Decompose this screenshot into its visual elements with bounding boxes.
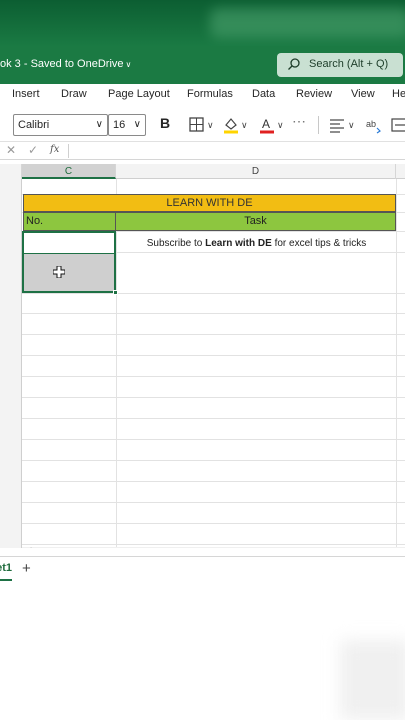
- font-color-icon[interactable]: A: [258, 116, 276, 134]
- task-cell[interactable]: Subscribe to Learn with DE for excel tip…: [117, 238, 396, 249]
- formula-bar: ✕ ✓ fx: [0, 142, 405, 160]
- svg-text:ab: ab: [366, 119, 376, 129]
- cell-cursor-icon: [53, 266, 65, 278]
- grid-line: [22, 355, 405, 356]
- video-overlay-blur: [0, 0, 405, 46]
- grid-line: [22, 523, 405, 524]
- search-icon: [288, 58, 300, 70]
- grid-line: [22, 544, 405, 545]
- tab-formulas[interactable]: Formulas: [187, 88, 233, 100]
- column-header-row: C D: [0, 164, 405, 179]
- grid-line: [22, 481, 405, 482]
- insert-function-button[interactable]: fx: [50, 144, 59, 155]
- tab-page-layout[interactable]: Page Layout: [108, 88, 170, 100]
- selection-border: [22, 231, 116, 293]
- cancel-icon[interactable]: ✕: [6, 143, 16, 157]
- ribbon-tabs: Insert Draw Page Layout Formulas Data Re…: [0, 84, 405, 106]
- grid-line: [22, 460, 405, 461]
- wrap-text-icon[interactable]: ab: [365, 116, 383, 134]
- tab-review[interactable]: Review: [296, 88, 332, 100]
- header-cell-task[interactable]: Task: [116, 212, 396, 231]
- header-cell-no[interactable]: No.: [23, 212, 116, 231]
- chevron-down-icon: ∨: [133, 119, 141, 130]
- document-title-text: ok 3 - Saved to OneDrive: [0, 58, 124, 70]
- fill-handle[interactable]: [113, 290, 118, 295]
- blur-glow: [210, 8, 405, 38]
- banner-cell[interactable]: LEARN WITH DE: [23, 194, 396, 212]
- grid-line: [22, 334, 405, 335]
- ribbon-toolbar: Calibri ∨ 16 ∨ B ∨ ∨ A ∨ ⋯ ∨ ab: [0, 106, 405, 142]
- grid-line: [22, 293, 405, 294]
- tab-view[interactable]: View: [351, 88, 375, 100]
- grid-line: [22, 502, 405, 503]
- sheet-tab-active[interactable]: et1: [0, 557, 12, 581]
- search-placeholder: Search (Alt + Q): [309, 58, 389, 70]
- worksheet-grid[interactable]: C D LEARN WITH DE No. Task Subscribe to …: [0, 160, 405, 548]
- document-title[interactable]: ok 3 - Saved to OneDrive ∨: [0, 58, 131, 70]
- tab-data[interactable]: Data: [252, 88, 275, 100]
- grid-line: [22, 313, 405, 314]
- chevron-down-icon[interactable]: ∨: [348, 120, 355, 131]
- task-bold: Learn with DE: [205, 238, 272, 249]
- merge-icon[interactable]: [391, 116, 405, 134]
- select-all-corner[interactable]: [0, 164, 22, 179]
- more-options-icon[interactable]: ⋯: [292, 113, 310, 131]
- task-prefix: Subscribe to: [146, 238, 206, 249]
- search-box[interactable]: Search (Alt + Q): [277, 53, 403, 77]
- chevron-down-icon: ∨: [95, 119, 103, 130]
- tab-insert[interactable]: Insert: [12, 88, 40, 100]
- chevron-down-icon[interactable]: ∨: [207, 120, 214, 131]
- chevron-down-icon[interactable]: ∨: [277, 120, 284, 131]
- column-header-c[interactable]: C: [22, 164, 116, 179]
- grid-line: [22, 439, 405, 440]
- font-size-value: 16: [113, 119, 126, 131]
- grid-line: [22, 418, 405, 419]
- svg-text:A: A: [262, 117, 270, 131]
- bottom-blur: [340, 640, 405, 720]
- grid-line: [116, 179, 117, 548]
- font-name-value: Calibri: [18, 119, 50, 131]
- tab-home-partial[interactable]: He: [392, 88, 405, 100]
- horizontal-scrollbar[interactable]: ◀: [22, 547, 405, 548]
- task-suffix: for excel tips & tricks: [271, 238, 367, 249]
- add-sheet-button[interactable]: +: [22, 560, 31, 577]
- column-header-d[interactable]: D: [116, 164, 396, 179]
- font-name-select[interactable]: Calibri ∨: [13, 114, 108, 136]
- grid-line: [22, 397, 405, 398]
- chevron-down-icon[interactable]: ∨: [241, 120, 248, 131]
- tab-draw[interactable]: Draw: [61, 88, 87, 100]
- borders-icon[interactable]: [188, 116, 206, 134]
- formula-divider: [68, 144, 69, 158]
- enter-icon[interactable]: ✓: [28, 143, 38, 157]
- grid-line: [22, 376, 405, 377]
- ribbon-divider: [318, 116, 319, 134]
- sheet-tab-bar: et1 +: [0, 556, 405, 582]
- bold-button[interactable]: B: [160, 115, 178, 133]
- row-header-column: [0, 179, 22, 548]
- scroll-left-icon[interactable]: ◀: [26, 546, 31, 548]
- chevron-down-icon: ∨: [125, 60, 132, 69]
- grid-line: [396, 179, 397, 548]
- fill-color-icon[interactable]: [222, 116, 240, 134]
- align-icon[interactable]: [328, 116, 346, 134]
- font-size-select[interactable]: 16 ∨: [108, 114, 146, 136]
